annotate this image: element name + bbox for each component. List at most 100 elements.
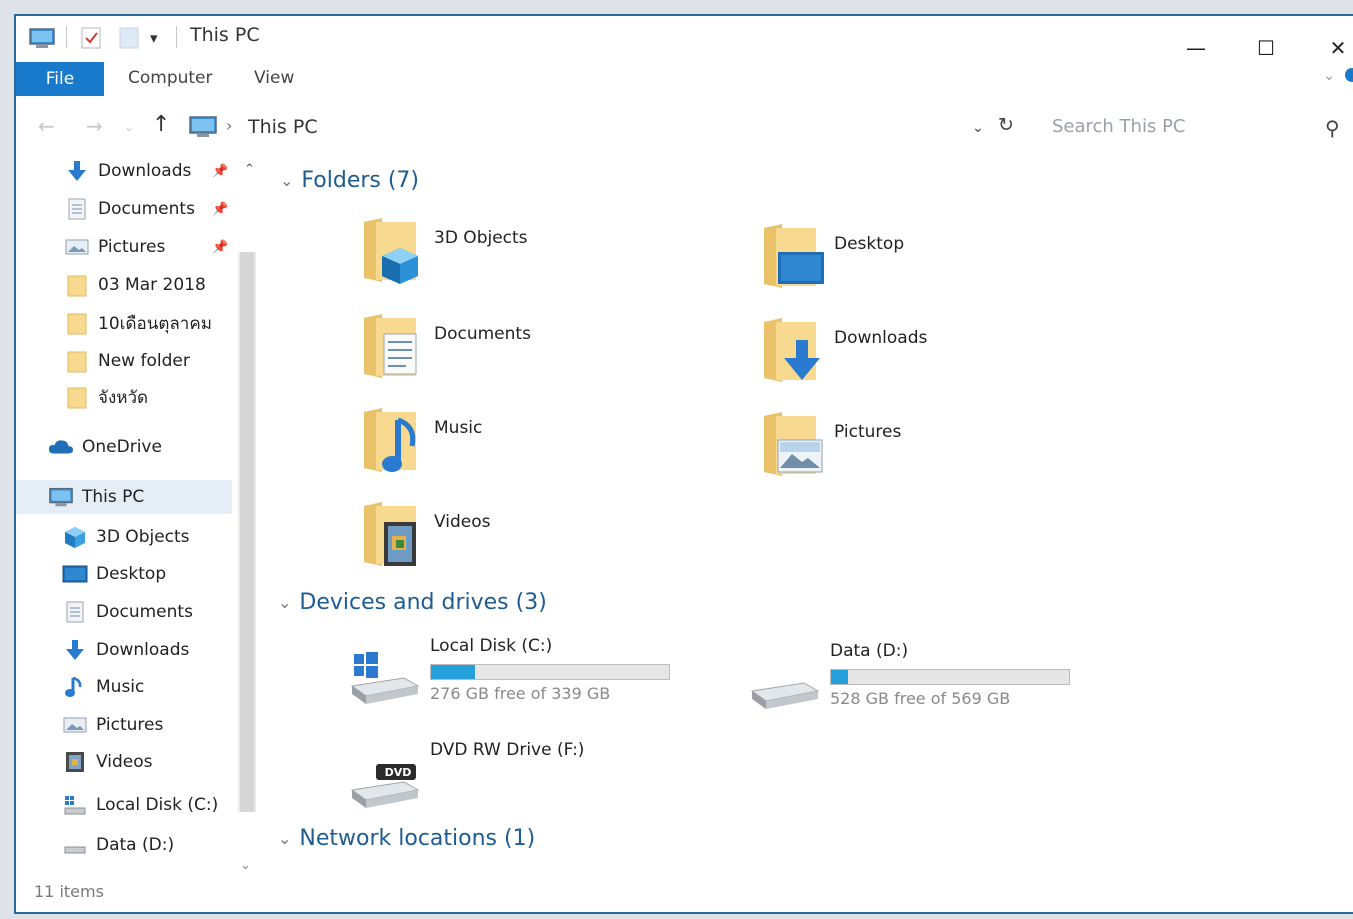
- folder-label: Videos: [434, 512, 491, 532]
- folder-label: Pictures: [834, 422, 902, 442]
- group-header-network[interactable]: ⌄ Network locations (1): [278, 826, 535, 851]
- 3d-objects-icon: [362, 216, 424, 286]
- folder-label: Documents: [434, 324, 531, 344]
- collapse-chevron-icon[interactable]: ⌄: [280, 171, 293, 190]
- videos-icon: [62, 750, 88, 774]
- address-dropdown-icon[interactable]: ⌄: [972, 120, 984, 136]
- breadcrumb-this-pc[interactable]: This PC: [248, 116, 318, 138]
- nav-scrollbar-thumb[interactable]: [240, 252, 254, 812]
- group-header-folders[interactable]: ⌄ Folders (7): [280, 168, 419, 193]
- address-bar[interactable]: › This PC ⌄ ↻: [182, 110, 1014, 144]
- music-note-icon: [62, 675, 88, 699]
- tab-computer[interactable]: Computer: [128, 68, 213, 88]
- close-button[interactable]: ✕: [1318, 34, 1353, 62]
- help-icon[interactable]: [1345, 68, 1353, 82]
- nav-item-label: Pictures: [96, 715, 164, 735]
- pin-icon[interactable]: 📌: [212, 202, 228, 217]
- folder-tile-desktop[interactable]: Desktop: [762, 222, 1142, 302]
- drive-tile-local-disk-c[interactable]: Local Disk (C:) 276 GB free of 339 GB: [350, 636, 750, 716]
- document-icon: [64, 197, 90, 221]
- nav-item-label: 03 Mar 2018: [98, 275, 206, 295]
- new-folder-icon[interactable]: [118, 24, 140, 52]
- nav-item-downloads[interactable]: Downloads: [62, 633, 189, 667]
- minimize-button[interactable]: —: [1176, 34, 1216, 62]
- nav-scroll-up-icon[interactable]: ⌃: [244, 162, 255, 177]
- search-input[interactable]: Search This PC: [1052, 116, 1186, 137]
- this-pc-icon: [48, 485, 74, 509]
- forward-arrow-icon[interactable]: →: [86, 114, 103, 138]
- nav-item-folder-thai-october[interactable]: 10เดือนตุลาคม: [64, 306, 212, 340]
- nav-item-label: Documents: [96, 602, 193, 622]
- download-arrow-icon: [62, 638, 88, 662]
- folder-tile-videos[interactable]: Videos: [362, 500, 742, 580]
- nav-item-music[interactable]: Music: [62, 670, 144, 704]
- nav-item-this-pc[interactable]: This PC: [16, 480, 232, 514]
- tab-view[interactable]: View: [254, 68, 294, 88]
- customize-quick-access-icon[interactable]: ▾: [150, 24, 158, 52]
- nav-item-local-disk-c[interactable]: Local Disk (C:): [62, 788, 218, 822]
- drive-tile-dvd-f[interactable]: DVD DVD RW Drive (F:): [350, 740, 750, 820]
- folder-tile-pictures[interactable]: Pictures: [762, 410, 1142, 490]
- properties-icon[interactable]: [80, 24, 102, 52]
- drive-tile-data-d[interactable]: Data (D:) 528 GB free of 569 GB: [750, 641, 1150, 721]
- nav-item-onedrive[interactable]: OneDrive: [48, 430, 162, 464]
- folder-label: Downloads: [834, 328, 928, 348]
- nav-scrollbar[interactable]: [238, 252, 256, 812]
- recent-locations-icon[interactable]: ⌄: [124, 120, 134, 134]
- nav-item-3d-objects[interactable]: 3D Objects: [62, 520, 190, 554]
- nav-item-desktop[interactable]: Desktop: [62, 557, 166, 591]
- drive-label: Local Disk (C:): [430, 636, 553, 656]
- pictures-icon: [62, 713, 88, 737]
- ribbon-tabs: File Computer View ⌄: [16, 62, 1353, 96]
- nav-item-folder-thai-province[interactable]: จังหวัด: [64, 380, 148, 414]
- desktop-icon: [62, 562, 88, 586]
- pin-icon[interactable]: 📌: [212, 240, 228, 255]
- nav-item-videos[interactable]: Videos: [62, 745, 153, 779]
- status-item-count: 11 items: [34, 882, 104, 901]
- local-disk-icon: [62, 793, 88, 817]
- folder-icon: [64, 349, 90, 373]
- folder-label: Desktop: [834, 234, 905, 254]
- back-arrow-icon[interactable]: ←: [38, 114, 55, 138]
- refresh-icon[interactable]: ↻: [998, 114, 1014, 136]
- expand-ribbon-icon[interactable]: ⌄: [1323, 68, 1335, 84]
- nav-item-pictures[interactable]: Pictures: [62, 708, 163, 742]
- collapse-chevron-icon[interactable]: ⌄: [278, 829, 291, 848]
- drive-icon: [62, 833, 88, 857]
- videos-icon: [362, 500, 424, 570]
- breadcrumb-chevron-icon[interactable]: ›: [226, 116, 232, 135]
- up-arrow-icon[interactable]: ↑: [152, 112, 170, 137]
- drive-free-space: 276 GB free of 339 GB: [430, 684, 611, 703]
- nav-item-data-d[interactable]: Data (D:): [62, 828, 174, 862]
- nav-item-pictures-quick[interactable]: Pictures: [64, 230, 165, 264]
- document-icon: [362, 312, 424, 382]
- nav-item-folder-03-mar-2018[interactable]: 03 Mar 2018: [64, 268, 206, 302]
- drive-usage-fill: [831, 670, 849, 684]
- nav-item-documents[interactable]: Documents: [62, 595, 193, 629]
- group-header-devices[interactable]: ⌄ Devices and drives (3): [278, 590, 547, 615]
- nav-item-new-folder[interactable]: New folder: [64, 344, 190, 378]
- search-box[interactable]: Search This PC ⚲: [1030, 110, 1350, 144]
- file-tab[interactable]: File: [16, 62, 104, 96]
- folder-tile-3d-objects[interactable]: 3D Objects: [362, 216, 742, 296]
- dvd-drive-icon: DVD: [350, 750, 420, 810]
- folder-tile-documents[interactable]: Documents: [362, 312, 742, 392]
- nav-item-label: Pictures: [98, 237, 166, 257]
- nav-item-label: 10เดือนตุลาคม: [98, 313, 212, 334]
- this-pc-app-icon[interactable]: [28, 24, 56, 52]
- folder-tile-music[interactable]: Music: [362, 406, 742, 486]
- maximize-button[interactable]: ☐: [1246, 34, 1286, 62]
- nav-item-label: New folder: [98, 351, 190, 371]
- collapse-chevron-icon[interactable]: ⌄: [278, 593, 291, 612]
- folder-tile-downloads[interactable]: Downloads: [762, 316, 1142, 396]
- pictures-icon: [762, 410, 824, 480]
- nav-scroll-down-icon[interactable]: ⌄: [240, 858, 251, 873]
- pin-icon[interactable]: 📌: [212, 164, 228, 179]
- drive-usage-bar: [830, 669, 1070, 685]
- windows-drive-icon: [350, 646, 420, 706]
- nav-item-label: Documents: [98, 199, 195, 219]
- search-icon[interactable]: ⚲: [1325, 116, 1340, 140]
- drive-label: Data (D:): [830, 641, 909, 661]
- nav-item-downloads-quick[interactable]: Downloads: [64, 154, 191, 188]
- nav-item-documents-quick[interactable]: Documents: [64, 192, 195, 226]
